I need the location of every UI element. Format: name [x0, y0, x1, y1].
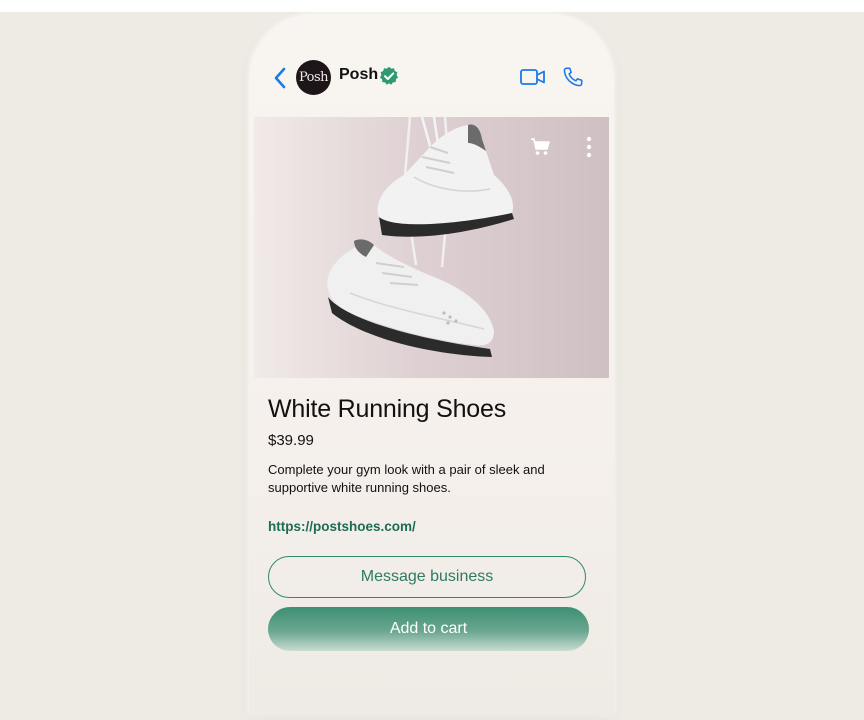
avatar[interactable]: Posh — [296, 60, 331, 95]
phone-frame: Posh Posh White Running Shoes $39.99 Com… — [249, 16, 614, 716]
cart-icon[interactable] — [530, 137, 552, 157]
product-image[interactable] — [254, 117, 609, 378]
top-band — [0, 0, 864, 12]
business-name[interactable]: Posh — [339, 66, 378, 84]
phone-icon[interactable] — [562, 66, 584, 88]
more-vertical-icon[interactable] — [584, 135, 594, 159]
product-description: Complete your gym look with a pair of sl… — [268, 462, 545, 495]
add-to-cart-button[interactable]: Add to cart — [268, 607, 589, 651]
verified-badge-icon — [380, 66, 398, 85]
message-business-button[interactable]: Message business — [268, 556, 586, 598]
sneakers-image — [327, 117, 514, 357]
video-camera-icon[interactable] — [520, 68, 546, 86]
product-title: White Running Shoes — [268, 395, 507, 423]
chat-header: Posh Posh — [249, 16, 614, 116]
product-link[interactable]: https://postshoes.com/ — [268, 519, 416, 534]
product-price: $39.99 — [268, 432, 314, 449]
chevron-left-icon[interactable] — [271, 66, 289, 90]
